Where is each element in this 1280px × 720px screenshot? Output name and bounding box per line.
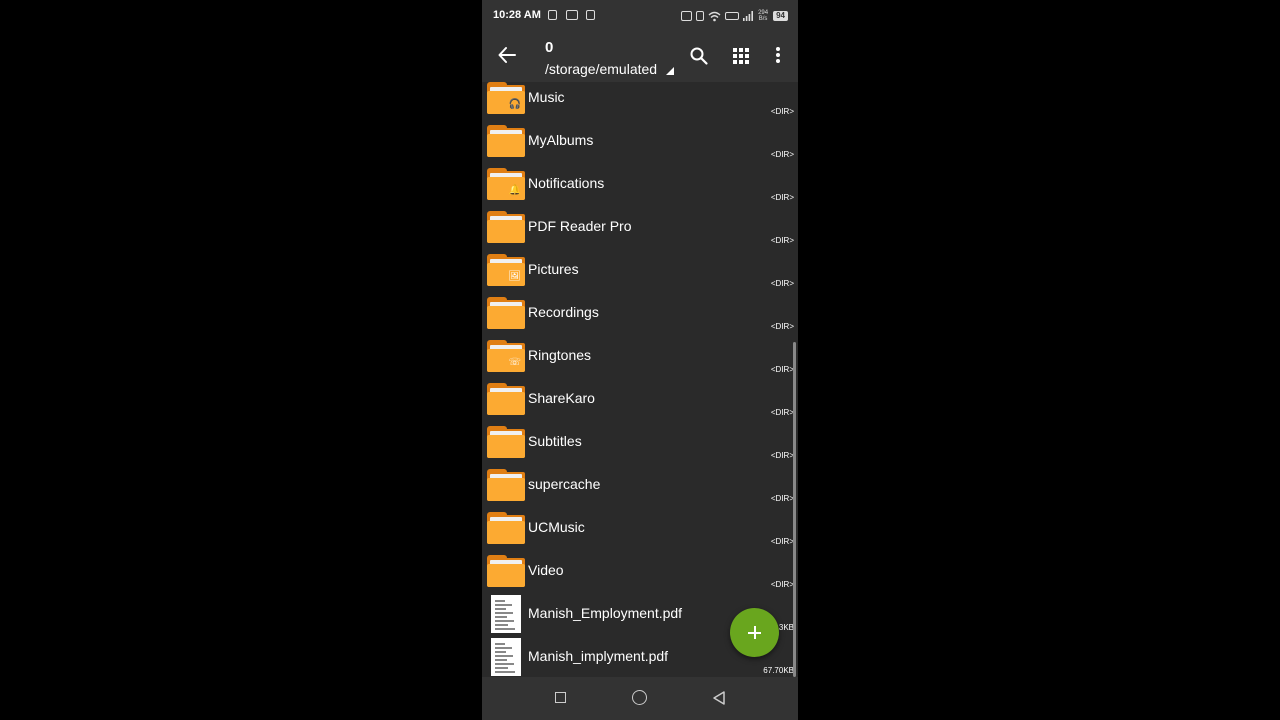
status-time: 10:28 AM [493,9,541,21]
file-name: Recordings [528,304,599,320]
folder-icon [487,512,525,544]
file-name: ShareKaro [528,390,595,406]
dir-label: <DIR> [770,322,794,331]
file-name: UCMusic [528,519,585,535]
folder-row[interactable]: MyAlbums <DIR> [482,125,798,168]
dir-label: <DIR> [770,150,794,159]
folder-badge-icon: 🖼 [508,271,521,282]
file-name: supercache [528,476,601,492]
phone-screen: 10:28 AM 294 B/s 94 0 /storage/emulated … [482,0,798,720]
network-speed-unit: B/s [758,16,768,22]
folder-row[interactable]: Subtitles <DIR> [482,426,798,469]
folder-row[interactable]: PDF Reader Pro <DIR> [482,211,798,254]
dir-label: <DIR> [770,494,794,503]
folder-icon: 🖼 [487,254,525,286]
folder-row[interactable]: supercache <DIR> [482,469,798,512]
folder-row[interactable]: 🎧 Music <DIR> [482,82,798,125]
grid-view-icon[interactable] [733,48,749,64]
vibrate-icon [696,11,705,21]
file-size: 3KB [778,623,794,632]
battery-icon: 94 [773,11,788,21]
folder-row[interactable]: Recordings <DIR> [482,297,798,340]
pdf-thumbnail-icon [491,638,521,676]
folder-icon [487,211,525,243]
search-icon[interactable] [689,46,709,66]
dir-label: <DIR> [770,107,794,116]
folder-badge-icon: 🎧 [508,99,521,110]
folder-row[interactable]: 🖼 Pictures <DIR> [482,254,798,297]
cast-icon [681,11,693,21]
folder-badge-icon: ☏ [508,357,521,368]
file-name: Manish_Employment.pdf [528,605,683,621]
dir-label: <DIR> [770,580,794,589]
file-name: PDF Reader Pro [528,218,632,234]
folder-icon [487,297,525,329]
file-name: Manish_implyment.pdf [528,648,669,664]
scrollbar[interactable] [793,342,796,677]
file-name: MyAlbums [528,132,594,148]
page-title: 0 [545,39,554,56]
folder-row[interactable]: UCMusic <DIR> [482,512,798,555]
add-button[interactable] [730,608,779,657]
navigation-bar [482,677,798,720]
folder-icon: 🔔 [487,168,525,200]
file-name: Ringtones [528,347,592,363]
folder-icon: ☏ [487,340,525,372]
dir-label: <DIR> [770,408,794,417]
folder-icon [487,426,525,458]
volte-icon [725,12,740,20]
video-camera-icon [566,10,578,20]
status-right: 294 B/s 94 [681,9,788,23]
file-name: Pictures [528,261,579,277]
folder-badge-icon: 🔔 [508,185,521,196]
file-name: Subtitles [528,433,582,449]
folder-row[interactable]: Video <DIR> [482,555,798,598]
folder-row[interactable]: ☏ Ringtones <DIR> [482,340,798,383]
dir-label: <DIR> [770,279,794,288]
path-dropdown[interactable]: /storage/emulated [545,61,657,77]
file-name: Music [528,89,565,105]
arrow-left-icon[interactable] [496,44,518,66]
notification-icon [548,10,557,20]
back-triangle-icon[interactable] [711,690,727,706]
dir-label: <DIR> [770,451,794,460]
folder-icon: 🎧 [487,82,525,114]
dir-label: <DIR> [770,193,794,202]
folder-icon [487,125,525,157]
folder-row[interactable]: ShareKaro <DIR> [482,383,798,426]
folder-icon [487,469,525,501]
dropdown-caret-icon[interactable] [666,67,674,75]
file-list: 🎧 Music <DIR> MyAlbums <DIR> 🔔 Notifications <D… [482,82,798,677]
dir-label: <DIR> [770,537,794,546]
notification-icon [586,10,595,20]
folder-icon [487,383,525,415]
home-icon[interactable] [632,690,647,705]
status-bar: 10:28 AM 294 B/s 94 [482,0,798,32]
file-size: 67.70KB [763,666,794,675]
network-speed: 294 B/s [757,10,769,22]
file-name: Video [528,562,564,578]
signal-icon [743,11,754,21]
recent-apps-icon[interactable] [555,692,566,703]
pdf-thumbnail-icon [491,595,521,633]
file-name: Notifications [528,175,605,191]
more-vertical-icon[interactable] [775,47,781,65]
dir-label: <DIR> [770,365,794,374]
toolbar: 0 /storage/emulated [482,32,798,82]
wifi-icon [708,11,721,21]
folder-icon [487,555,525,587]
folder-row[interactable]: 🔔 Notifications <DIR> [482,168,798,211]
dir-label: <DIR> [770,236,794,245]
